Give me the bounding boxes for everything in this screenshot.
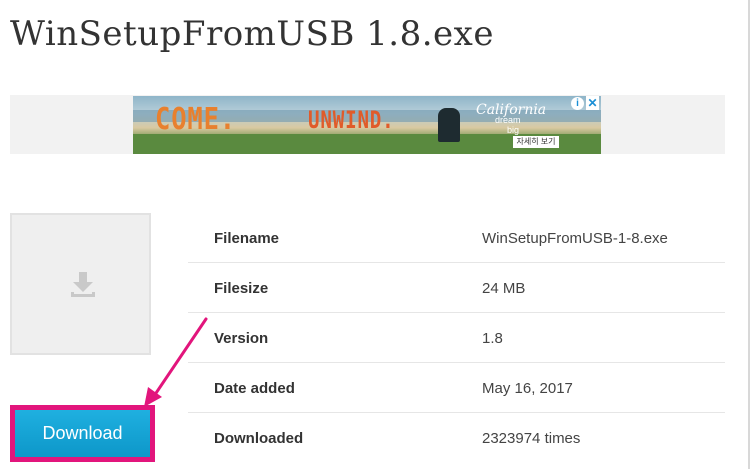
ad-headline-come: COME. xyxy=(155,102,237,137)
filesize-label: Filesize xyxy=(214,280,269,297)
version-label: Version xyxy=(214,330,269,347)
filename-label: Filename xyxy=(214,230,280,247)
download-icon xyxy=(71,272,95,297)
file-thumbnail xyxy=(10,213,151,355)
ad-info-icon[interactable]: i xyxy=(571,97,584,110)
filename-value: WinSetupFromUSB-1-8.exe xyxy=(482,230,668,247)
downloaded-label: Downloaded xyxy=(214,430,304,447)
downloaded-value: 2323974 times xyxy=(482,430,581,447)
date-added-label: Date added xyxy=(214,380,295,397)
table-row: Version 1.8 xyxy=(188,313,725,363)
ad-headline-unwind: UNWIND. xyxy=(308,106,395,134)
ad-cta-button[interactable]: 자세히 보기 xyxy=(513,136,559,148)
table-row: Filename WinSetupFromUSB-1-8.exe xyxy=(188,213,725,263)
table-row: Filesize 24 MB xyxy=(188,263,725,313)
date-added-value: May 16, 2017 xyxy=(482,380,573,397)
download-button-label[interactable]: Download xyxy=(15,410,150,457)
ad-tagline-dream: dream xyxy=(495,115,521,125)
ad-close-icon[interactable]: ✕ xyxy=(586,96,599,110)
table-row: Downloaded 2323974 times xyxy=(188,413,725,463)
page-title: WinSetupFromUSB 1.8.exe xyxy=(10,14,494,54)
ad-golfer-image xyxy=(438,108,460,142)
pointer-arrow-annotation xyxy=(144,317,208,407)
filesize-value: 24 MB xyxy=(482,280,526,297)
file-info-table: Filename WinSetupFromUSB-1-8.exe Filesiz… xyxy=(188,213,725,463)
download-button[interactable]: Download xyxy=(10,405,155,462)
ad-tagline-big: big xyxy=(507,125,520,135)
table-row: Date added May 16, 2017 xyxy=(188,363,725,413)
version-value: 1.8 xyxy=(482,330,503,347)
ad-banner[interactable]: COME. UNWIND. California dream big 자세히 보… xyxy=(133,96,601,154)
